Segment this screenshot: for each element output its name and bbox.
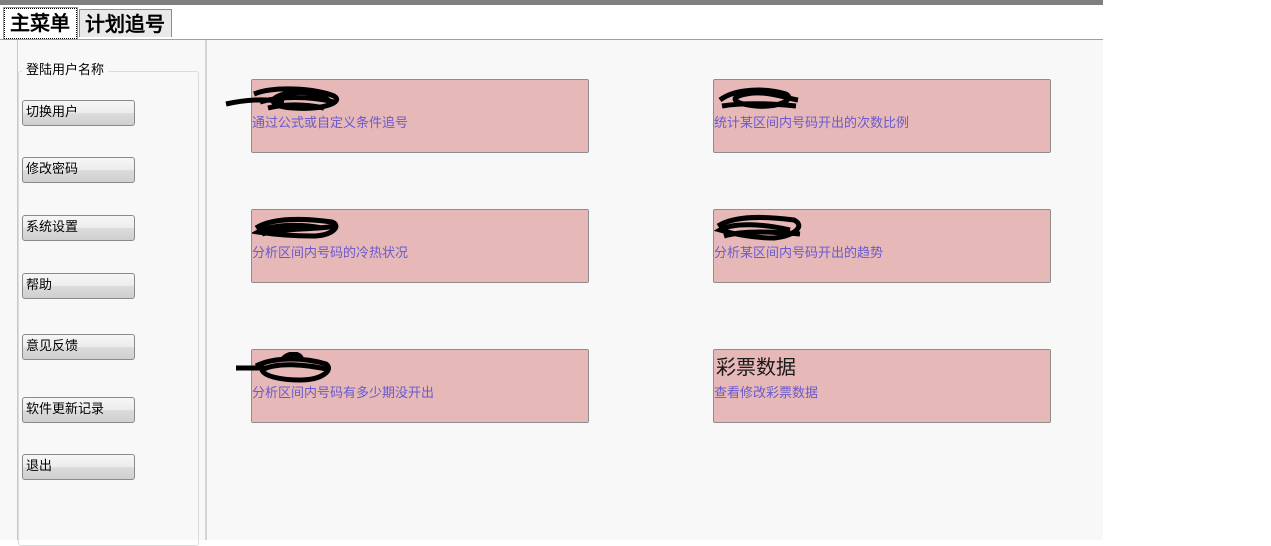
change-password-button[interactable]: 修改密码 xyxy=(22,157,135,183)
card-desc: 分析区间内号码的冷热状况 xyxy=(252,246,409,261)
update-log-button[interactable]: 软件更新记录 xyxy=(22,397,135,423)
redacted-title-scribble xyxy=(718,87,799,109)
card-desc: 分析区间内号码有多少期没开出 xyxy=(252,386,435,401)
help-button[interactable]: 帮助 xyxy=(22,273,135,299)
tab-main-menu[interactable]: 主菜单 xyxy=(3,7,78,40)
card-desc: 分析某区间内号码开出的趋势 xyxy=(714,246,884,261)
card-desc: 通过公式或自定义条件追号 xyxy=(252,116,409,131)
redacted-title-scribble xyxy=(714,215,802,241)
card-desc: 统计某区间内号码开出的次数比例 xyxy=(714,116,910,131)
card-lottery-data[interactable]: 彩票数据 查看修改彩票数据 xyxy=(713,349,1051,423)
tab-plan-tracking[interactable]: 计划追号 xyxy=(79,9,172,37)
card-trend[interactable]: 分析某区间内号码开出的趋势 xyxy=(713,209,1051,283)
card-count-ratio[interactable]: 统计某区间内号码开出的次数比例 xyxy=(713,79,1051,153)
card-title: 彩票数据 xyxy=(716,355,796,379)
tab-strip: 主菜单 计划追号 xyxy=(0,5,1103,40)
exit-button[interactable]: 退出 xyxy=(22,454,135,480)
card-hot-cold[interactable]: 分析区间内号码的冷热状况 xyxy=(251,209,589,283)
card-missing-periods[interactable]: 分析区间内号码有多少期没开出 xyxy=(236,349,589,423)
feedback-button[interactable]: 意见反馈 xyxy=(22,334,135,360)
redacted-title-scribble xyxy=(252,217,339,239)
switch-user-button[interactable]: 切换用户 xyxy=(22,100,135,126)
card-desc: 查看修改彩票数据 xyxy=(714,386,819,401)
system-settings-button[interactable]: 系统设置 xyxy=(22,215,135,241)
redacted-title-scribble xyxy=(236,352,331,383)
app-window: 主菜单 计划追号 登陆用户名称 切换用户 修改密码 系统设置 帮助 意见反馈 软… xyxy=(0,0,1103,546)
redacted-title-scribble xyxy=(225,86,339,111)
user-group-title: 登陆用户名称 xyxy=(22,62,109,80)
card-formula-tracking[interactable]: 通过公式或自定义条件追号 xyxy=(225,79,589,153)
